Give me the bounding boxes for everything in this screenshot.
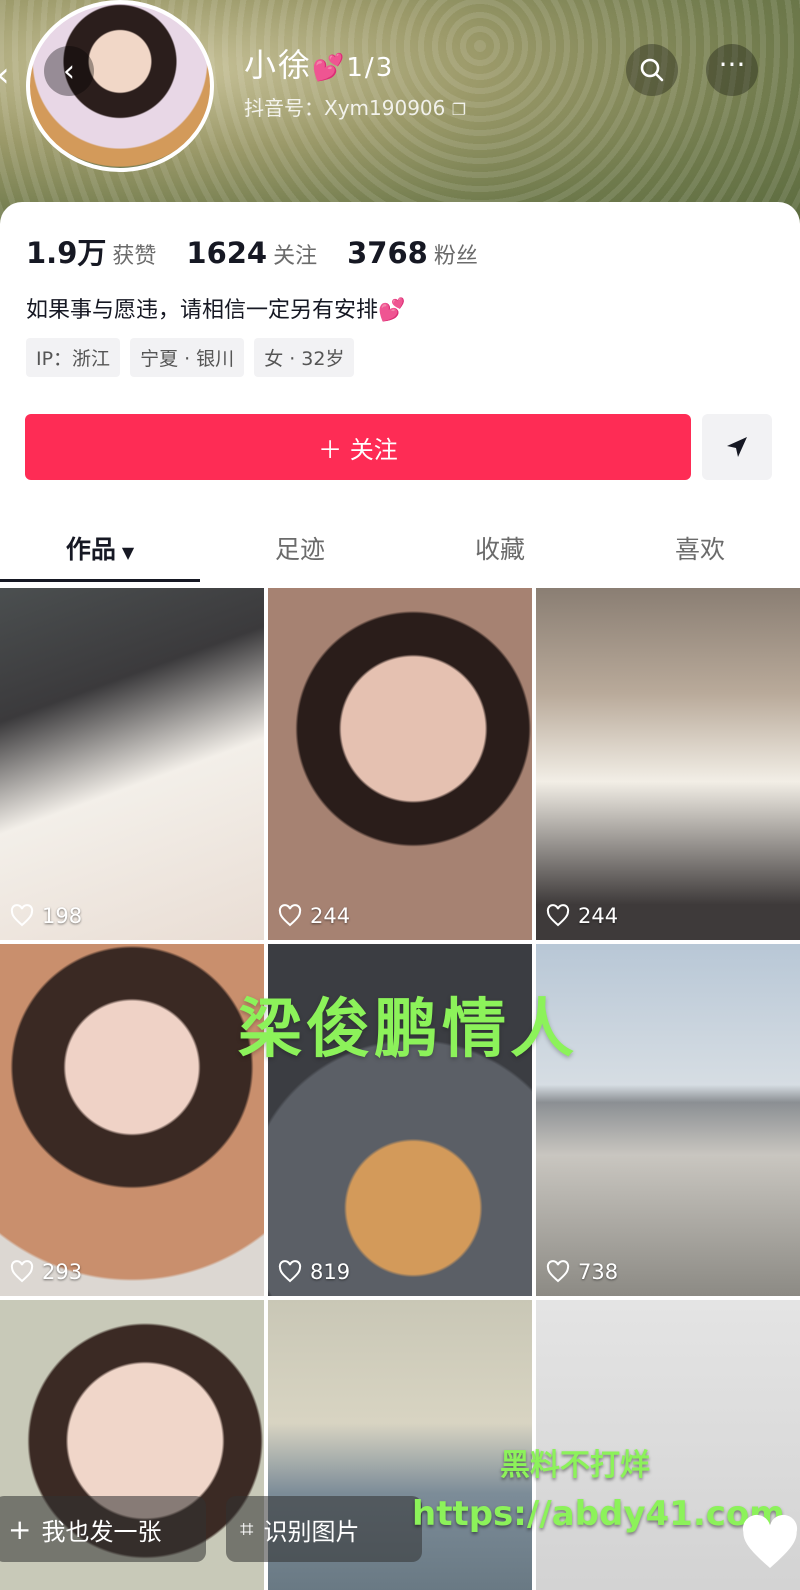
heart-outline-icon [10,1260,34,1283]
identify-image-label: 识别图片 [263,1517,360,1546]
tab-likes[interactable]: 喜欢 [600,518,800,584]
bio: 如果事与愿违，请相信一定另有安排💕 [26,292,405,324]
like-count: 293 [10,1260,82,1284]
post-similar-button[interactable]: + 我也发一张 [0,1496,206,1562]
copy-icon[interactable]: ❐ [452,100,466,119]
heart-emoji-icon: 💕 [312,53,347,83]
scan-icon: ⌗ [240,1515,254,1543]
douyin-id-text: 抖音号：Xym190906 [244,96,446,120]
watermark-url: https://abdy41.com [412,1494,785,1534]
douyin-id[interactable]: 抖音号：Xym190906 ❐ [244,92,466,121]
like-heart-icon[interactable] [738,1512,800,1576]
tab-label: 收藏 [474,535,525,564]
tab-label: 足迹 [274,535,325,564]
video-thumbnail[interactable]: 293 [0,944,264,1296]
profile-tags: IP：浙江 宁夏 · 银川 女 · 32岁 [26,338,355,377]
like-count-text: 244 [578,904,619,928]
tag-ip: IP：浙江 [26,338,121,377]
stat-value: 3768 [347,236,428,270]
edge-back-icon[interactable]: ‹ [0,55,18,95]
search-button[interactable] [626,44,678,96]
stat-label: 获赞 [112,244,157,269]
video-thumbnail[interactable]: 244 [536,588,800,940]
more-button[interactable]: ··· [706,44,758,96]
stat-value: 1624 [186,236,268,270]
stat-label: 关注 [273,244,318,269]
chevron-left-icon: ‹ [63,53,75,89]
like-count: 244 [278,904,350,928]
send-icon [727,437,747,457]
more-icon: ··· [718,48,746,81]
tag-location: 宁夏 · 银川 [130,338,245,377]
profile-name: 小徐💕1/3 [244,40,394,86]
photo-counter: 1/3 [346,53,395,83]
overlay-caption: 梁俊鹏情人 [238,993,578,1067]
plus-icon: + [8,1512,32,1546]
like-count: 738 [546,1260,618,1284]
video-thumbnail[interactable]: 198 [0,588,264,940]
identify-image-button[interactable]: ⌗ 识别图片 [226,1496,422,1562]
stats-row: 1.9万 获赞 1624 关注 3768 粉丝 [26,230,478,272]
like-count-text: 819 [310,1260,351,1284]
heart-emoji-icon: 💕 [378,298,406,323]
content-tabs: 作品 ▼ 足迹 收藏 喜欢 [0,518,800,584]
follow-button[interactable]: ＋ 关注 [25,414,691,480]
stat-followers[interactable]: 3768 粉丝 [347,236,478,270]
profile-name-text: 小徐 [244,46,313,84]
tab-works[interactable]: 作品 ▼ [0,518,200,584]
heart-outline-icon [278,904,302,927]
search-icon [640,58,664,82]
back-button[interactable]: ‹ [44,46,94,96]
like-count-text: 293 [42,1260,83,1284]
video-thumbnail[interactable]: 244 [268,588,532,940]
heart-outline-icon [10,904,34,927]
post-similar-label: 我也发一张 [41,1517,162,1546]
stat-value: 1.9万 [26,236,107,270]
like-count-text: 244 [310,904,351,928]
heart-outline-icon [278,1260,302,1283]
bio-text: 如果事与愿违，请相信一定另有安排 [26,298,379,323]
caret-down-icon: ▼ [121,543,135,562]
tab-footprints[interactable]: 足迹 [200,518,400,584]
heart-outline-icon [546,904,570,927]
stat-following[interactable]: 1624 关注 [186,236,317,270]
follow-label: ＋ 关注 [318,435,398,464]
like-count: 819 [278,1260,350,1284]
like-count: 198 [10,904,82,928]
tab-label: 作品 [65,535,116,564]
like-count: 244 [546,904,618,928]
share-button[interactable] [702,414,772,480]
watermark-title: 黑料不打烊 [500,1448,650,1483]
stat-likes[interactable]: 1.9万 获赞 [26,230,156,272]
heart-outline-icon [546,1260,570,1283]
like-count-text: 198 [42,904,83,928]
video-grid: 198 244 244 293 819 738 [0,588,800,1590]
like-count-text: 738 [578,1260,619,1284]
tab-favorites[interactable]: 收藏 [400,518,600,584]
tab-label: 喜欢 [674,535,725,564]
stat-label: 粉丝 [433,244,478,269]
tag-gender-age: 女 · 32岁 [254,338,355,377]
